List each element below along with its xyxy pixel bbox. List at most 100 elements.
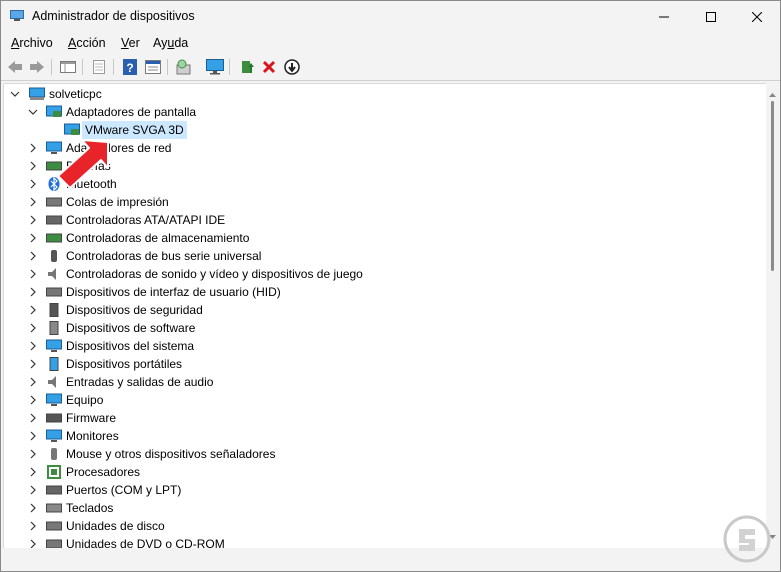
tree-category[interactable]: Firmware (4, 409, 764, 427)
update-driver-icon (242, 61, 254, 73)
monitor-button[interactable] (205, 57, 225, 77)
tree-category[interactable]: Controladoras ATA/ATAPI IDE (4, 211, 764, 229)
portable-device-icon (49, 357, 59, 371)
chevron-down-icon[interactable] (28, 103, 38, 121)
chevron-right-icon[interactable] (28, 157, 38, 175)
tree-root[interactable]: solveticpc (4, 85, 764, 103)
chevron-right-icon[interactable] (28, 445, 38, 463)
chevron-right-icon[interactable] (28, 247, 38, 265)
tree-category[interactable]: Mouse y otros dispositivos señaladores (4, 445, 764, 463)
toolbar-separator (82, 59, 83, 75)
chevron-right-icon[interactable] (28, 193, 38, 211)
chevron-right-icon[interactable] (28, 319, 38, 337)
horizontal-scrollbar[interactable] (3, 548, 765, 561)
close-icon (752, 11, 762, 22)
tree-category[interactable]: Adaptadores de red (4, 139, 764, 157)
menu-label-part: da (174, 36, 189, 50)
tree-category-expanded[interactable]: Adaptadores de pantalla (4, 103, 764, 121)
chevron-right-icon[interactable] (28, 211, 38, 229)
audio-io-icon (48, 376, 56, 388)
tree-category[interactable]: Colas de impresión (4, 193, 764, 211)
chevron-right-icon[interactable] (28, 427, 38, 445)
uninstall-button[interactable] (259, 57, 279, 77)
tree-category[interactable]: Controladoras de bus serie universal (4, 247, 764, 265)
chevron-right-icon[interactable] (28, 535, 38, 548)
chevron-right-icon[interactable] (28, 391, 38, 409)
properties-panel-button[interactable] (58, 57, 78, 77)
tree-category-label: Controladoras de almacenamiento (66, 231, 250, 245)
minimize-icon (659, 16, 669, 17)
chevron-right-icon[interactable] (28, 409, 38, 427)
details-view-button[interactable] (143, 57, 163, 77)
scan-hardware-button[interactable] (174, 57, 194, 77)
chevron-right-icon[interactable] (28, 139, 38, 157)
close-button[interactable] (734, 1, 780, 32)
toolbar-separator (229, 59, 230, 75)
sound-icon (48, 268, 56, 280)
chevron-right-icon[interactable] (28, 175, 38, 193)
chevron-right-icon[interactable] (28, 265, 38, 283)
disable-device-button[interactable] (282, 57, 302, 77)
toolbar-separator (113, 59, 114, 75)
chevron-right-icon[interactable] (28, 283, 38, 301)
maximize-button[interactable] (688, 1, 734, 32)
tree-category[interactable]: Dispositivos del sistema (4, 337, 764, 355)
tree-category[interactable]: Unidades de DVD o CD-ROM (4, 535, 764, 549)
chevron-right-icon[interactable] (28, 229, 38, 247)
hid-icon (46, 287, 62, 297)
chevron-right-icon[interactable] (28, 517, 38, 535)
menu-archivo[interactable]: Archivo (11, 36, 53, 50)
chevron-down-icon[interactable] (10, 85, 20, 103)
chevron-right-icon[interactable] (28, 337, 38, 355)
tree-category[interactable]: Dispositivos de interfaz de usuario (HID… (4, 283, 764, 301)
list-view-button[interactable] (89, 57, 109, 77)
tree-category[interactable]: Baterías (4, 157, 764, 175)
menu-accion[interactable]: Acción (68, 36, 106, 50)
tree-category-label: Controladoras de bus serie universal (66, 249, 262, 263)
computer-icon (29, 87, 45, 100)
uninstall-icon (262, 60, 276, 74)
tree-category[interactable]: Equipo (4, 391, 764, 409)
display-adapter-icon (64, 123, 80, 135)
tree-category[interactable]: Dispositivos de seguridad (4, 301, 764, 319)
tree-category[interactable]: Dispositivos portátiles (4, 355, 764, 373)
software-device-icon (49, 321, 59, 335)
usb-icon (51, 250, 57, 262)
chevron-right-icon[interactable] (28, 355, 38, 373)
details-view-icon (145, 60, 161, 74)
update-driver-button[interactable] (237, 57, 257, 77)
tree-category[interactable]: Puertos (COM y LPT) (4, 481, 764, 499)
toolbar: ? (1, 54, 780, 81)
tree-category[interactable]: Teclados (4, 499, 764, 517)
tree-category-label: Controladoras de sonido y vídeo y dispos… (66, 267, 363, 281)
device-tree[interactable]: solveticpc Adaptadores de pantalla VMwar… (3, 83, 767, 549)
tree-device-selected[interactable]: VMware SVGA 3D (4, 121, 764, 139)
keyboard-icon (46, 503, 62, 513)
menu-ver[interactable]: Ver (121, 36, 140, 50)
chevron-right-icon[interactable] (28, 373, 38, 391)
svg-text:?: ? (126, 61, 133, 75)
back-button[interactable] (5, 57, 25, 77)
minimize-button[interactable] (641, 1, 687, 32)
forward-icon (30, 61, 44, 73)
tree-category[interactable]: Procesadores (4, 463, 764, 481)
scan-hardware-icon (176, 59, 191, 75)
forward-button[interactable] (27, 57, 47, 77)
help-button[interactable]: ? (120, 57, 140, 77)
tree-category[interactable]: Dispositivos de software (4, 319, 764, 337)
chevron-right-icon[interactable] (28, 499, 38, 517)
tree-category[interactable]: Unidades de disco (4, 517, 764, 535)
vertical-scrollbar[interactable] (766, 83, 779, 547)
tree-category-label: Entradas y salidas de audio (66, 375, 214, 389)
tree-category[interactable]: Controladoras de almacenamiento (4, 229, 764, 247)
chevron-right-icon[interactable] (28, 481, 38, 499)
tree-category[interactable]: Monitores (4, 427, 764, 445)
chevron-right-icon[interactable] (28, 301, 38, 319)
menu-ayuda[interactable]: Ayuda (153, 36, 188, 50)
tree-category[interactable]: Controladoras de sonido y vídeo y dispos… (4, 265, 764, 283)
tree-category[interactable]: Entradas y salidas de audio (4, 373, 764, 391)
tree-category-label: Puertos (COM y LPT) (66, 483, 182, 497)
tree-category[interactable]: Bluetooth (4, 175, 764, 193)
tree-category-label: Unidades de DVD o CD-ROM (66, 537, 225, 549)
chevron-right-icon[interactable] (28, 463, 38, 481)
